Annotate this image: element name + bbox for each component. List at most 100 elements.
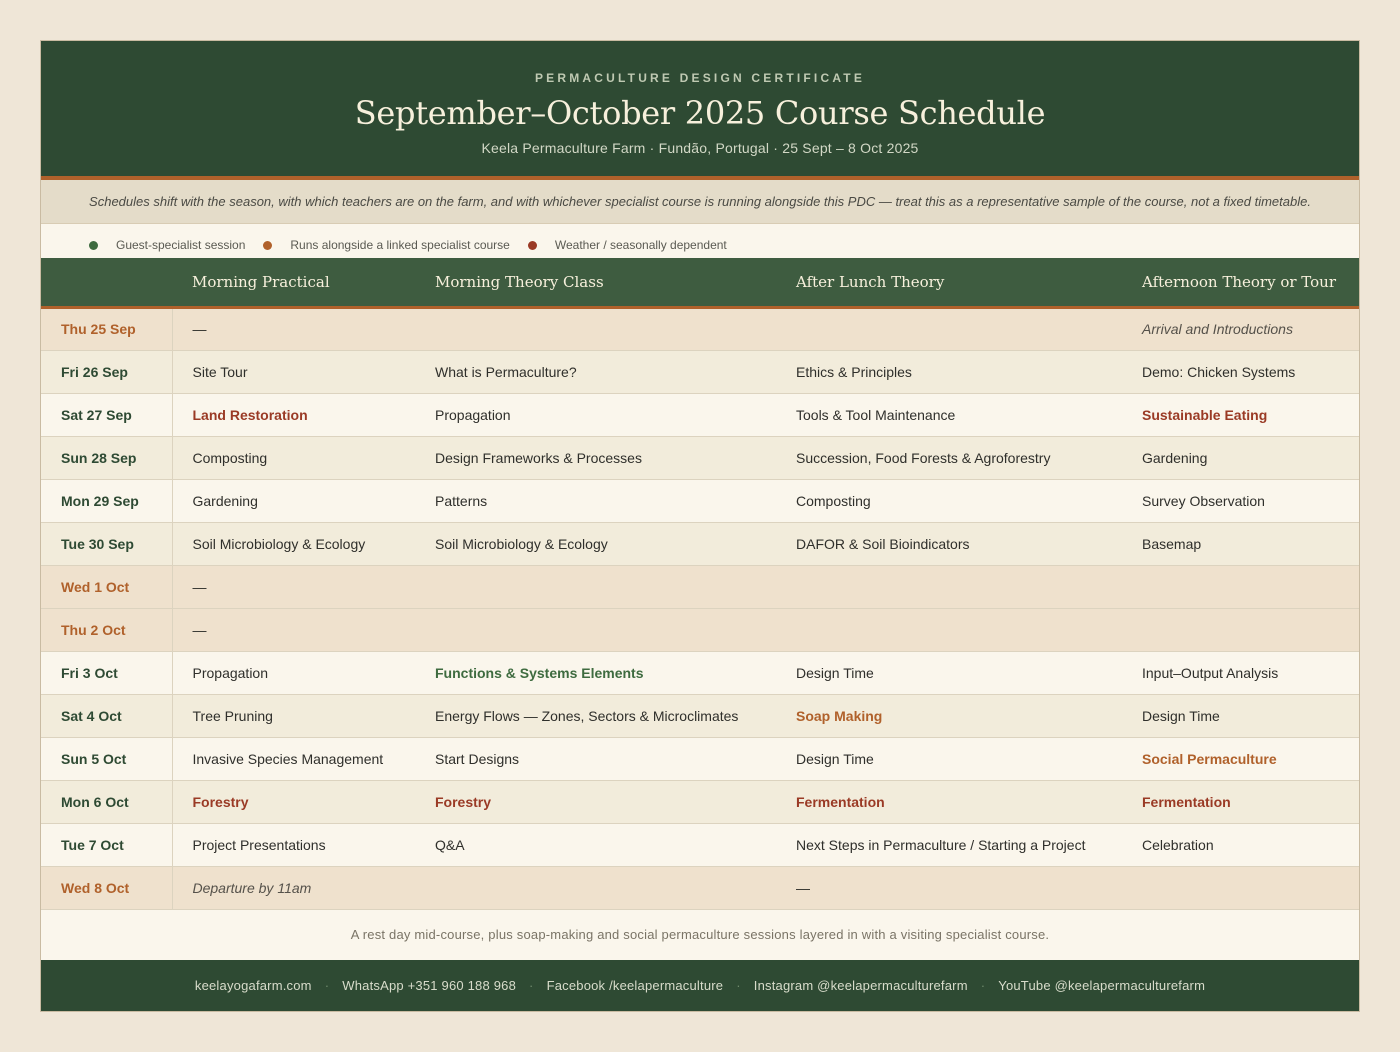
session-cell: Composting: [796, 492, 871, 509]
session-cell: Input–Output Analysis: [1142, 664, 1279, 681]
session-cell: —: [192, 621, 207, 638]
day-cell: Thu 2 Oct: [41, 608, 173, 651]
footer-separator: ·: [529, 978, 534, 993]
header: PERMACULTURE DESIGN CERTIFICATE Septembe…: [41, 41, 1359, 180]
legend-dot-icon: [89, 240, 98, 250]
table-row: Sat 4 Oct Tree Pruning Energy Flows — Zone…: [41, 694, 1359, 737]
footnote: A rest day mid-course, plus soap-making …: [350, 926, 1050, 942]
footer-separator: ·: [324, 978, 330, 993]
session-cell: [415, 866, 776, 909]
legend: Guest-specialist session Runs alongside a…: [41, 224, 1359, 258]
session-cell: [776, 307, 1122, 350]
session-cell: Land Restoration: [192, 406, 308, 423]
session-cell: Next Steps in Permaculture / Starting a …: [796, 836, 1086, 853]
session-cell: Soil Microbiology & Ecology: [435, 535, 608, 552]
table-row: Wed 1 Oct —: [41, 565, 1359, 608]
session-cell: Ethics & Principles: [796, 363, 912, 380]
page-subtitle: Keela Permaculture Farm · Fundão, Portug…: [481, 140, 919, 156]
session-cell: [1122, 565, 1359, 608]
legend-dot-icon: [527, 240, 537, 250]
column-header: Afternoon Theory or Tour: [1142, 272, 1337, 291]
session-cell: Propagation: [435, 406, 511, 423]
table-row: Tue 30 Sep Soil Microbiology & Ecology Soi…: [41, 522, 1359, 565]
eyebrow: PERMACULTURE DESIGN CERTIFICATE: [534, 71, 866, 85]
session-cell: Gardening: [1142, 449, 1208, 466]
schedule-note: Schedules shift with the season, with wh…: [41, 180, 1359, 224]
day-cell: Wed 1 Oct: [41, 565, 173, 608]
session-cell: Energy Flows — Zones, Sectors & Microcli…: [435, 707, 739, 724]
session-cell: [776, 608, 1122, 651]
footer-link[interactable]: keelayogafarm.com: [195, 978, 312, 993]
day-cell: Tue 30 Sep: [41, 522, 173, 565]
table-row: Mon 29 Sep Gardening Patterns Composting Sur…: [41, 479, 1359, 522]
table-row: Sun 5 Oct Invasive Species Management Star…: [41, 737, 1359, 780]
session-cell: —: [192, 578, 207, 595]
day-cell: Sun 28 Sep: [41, 436, 173, 479]
day-cell: Tue 7 Oct: [41, 823, 173, 866]
session-cell: Forestry: [192, 793, 249, 810]
table-row: Thu 2 Oct —: [41, 608, 1359, 651]
session-cell: Sustainable Eating: [1142, 406, 1268, 423]
session-cell: Propagation: [192, 664, 269, 681]
session-cell: DAFOR & Soil Bioindicators: [796, 535, 970, 552]
footer-link[interactable]: Facebook /keelapermaculture: [547, 978, 724, 993]
table-row: Fri 3 Oct Propagation Functions & Systems …: [41, 651, 1359, 694]
session-cell: Fermentation: [1142, 793, 1231, 810]
session-cell: Survey Observation: [1142, 492, 1265, 509]
session-cell: Basemap: [1142, 535, 1202, 552]
session-cell: Demo: Chicken Systems: [1142, 363, 1296, 380]
session-cell: [415, 565, 776, 608]
session-cell: Invasive Species Management: [192, 750, 384, 767]
day-cell: Wed 8 Oct: [41, 866, 173, 909]
session-cell: Celebration: [1142, 836, 1214, 853]
table-row: Sat 27 Sep Land Restoration Propagation Too…: [41, 393, 1359, 436]
table-row: Sun 28 Sep Composting Design Frameworks & …: [41, 436, 1359, 479]
session-cell: [415, 307, 776, 350]
session-cell: Site Tour: [192, 363, 248, 380]
footer-link[interactable]: YouTube @keelapermaculturefarm: [998, 978, 1205, 993]
legend-label: Runs alongside a linked specialist cours…: [290, 238, 510, 252]
session-cell: Departure by 11am: [192, 879, 312, 896]
table-body: Thu 25 Sep — Arrival and Introductions Fri …: [41, 307, 1359, 909]
session-cell: What is Permaculture?: [435, 363, 577, 380]
session-cell: Design Time: [1142, 707, 1220, 724]
day-cell: Fri 3 Oct: [41, 651, 173, 694]
session-cell: —: [796, 879, 810, 896]
legend-dot-icon: [263, 240, 273, 250]
legend-label: Guest-specialist session: [116, 238, 246, 252]
session-cell: [415, 608, 776, 651]
footer-separator: ·: [736, 978, 741, 993]
session-cell: Gardening: [192, 492, 258, 509]
legend-item: Weather / seasonally dependent: [527, 238, 727, 252]
day-cell: Mon 29 Sep: [41, 479, 173, 522]
table-row: Thu 25 Sep — Arrival and Introductions: [41, 307, 1359, 350]
session-cell: Succession, Food Forests & Agroforestry: [796, 449, 1051, 466]
footer-link[interactable]: WhatsApp +351 960 188 968: [342, 978, 516, 993]
footer-link[interactable]: Instagram @keelapermaculturefarm: [754, 978, 968, 993]
session-cell: Tools & Tool Maintenance: [796, 406, 956, 423]
session-cell: Functions & Systems Elements: [435, 664, 644, 681]
day-cell: Thu 25 Sep: [41, 307, 173, 350]
session-cell: Composting: [192, 449, 268, 466]
column-header: [41, 258, 172, 307]
session-cell: —: [192, 321, 207, 337]
legend-item: Guest-specialist session: [89, 238, 245, 252]
session-cell: Q&A: [435, 836, 465, 853]
day-cell: Sat 4 Oct: [41, 694, 173, 737]
footer: keelayogafarm.com · WhatsApp +351 960 188 …: [41, 960, 1359, 1011]
column-header: After Lunch Theory: [796, 272, 945, 291]
table-row: Tue 7 Oct Project Presentations Q&A Next St…: [41, 823, 1359, 866]
footer-separator: ·: [980, 978, 986, 993]
session-cell: Design Time: [796, 750, 874, 767]
page-title: September–October 2025 Course Schedule: [354, 94, 1046, 132]
session-cell: Start Designs: [435, 750, 520, 767]
legend-label: Weather / seasonally dependent: [554, 238, 727, 252]
day-cell: Sat 27 Sep: [41, 393, 173, 436]
table-header-row: Morning Practical Morning Theory Class Aft…: [41, 258, 1359, 307]
session-cell: Design Frameworks & Processes: [435, 449, 642, 466]
session-cell: Patterns: [435, 492, 488, 509]
legend-item: Runs alongside a linked specialist cours…: [263, 238, 510, 252]
session-cell: Forestry: [435, 793, 492, 810]
table-row: Mon 6 Oct Forestry Forestry Fermentation Fer…: [41, 780, 1359, 823]
session-cell: Design Time: [796, 664, 874, 681]
